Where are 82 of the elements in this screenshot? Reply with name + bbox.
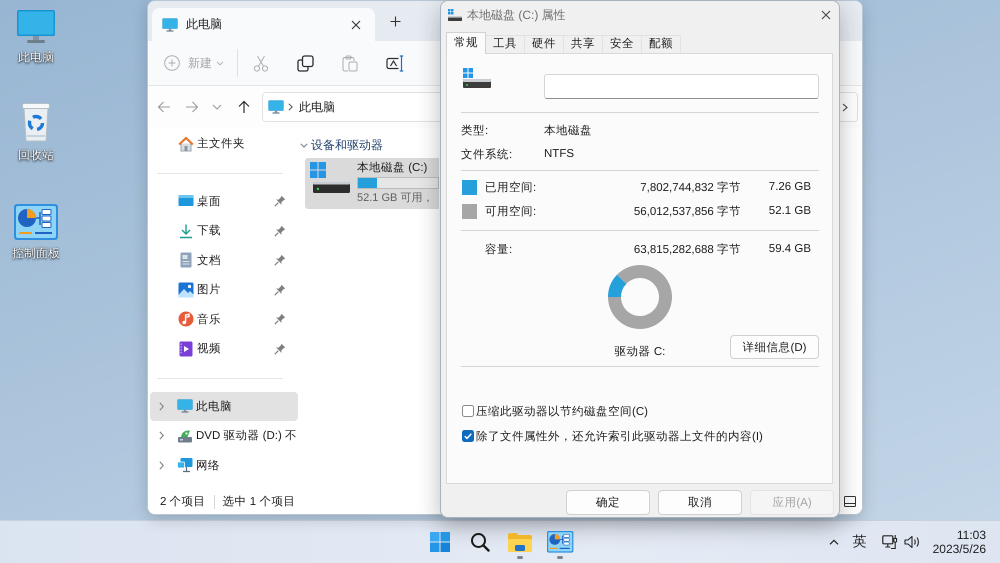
monitor-icon — [162, 18, 178, 32]
checkbox[interactable] — [462, 405, 474, 417]
space-label: 可用空间: — [485, 204, 536, 218]
control-panel-icon — [14, 204, 58, 240]
up-arrow-icon[interactable] — [237, 100, 251, 114]
recycle-bin-icon — [21, 102, 51, 142]
sidebar-item[interactable]: 视频 — [150, 334, 298, 364]
field-value: 本地磁盘 — [544, 124, 592, 138]
control-panel-icon[interactable] — [546, 531, 574, 553]
home-icon — [178, 136, 194, 152]
byte-count: 56,012,537,856 字节 — [634, 204, 741, 218]
sidebar-item[interactable]: 网络 — [150, 450, 298, 480]
sidebar-item[interactable]: 桌面 — [150, 186, 298, 216]
field-value: NTFS — [544, 148, 574, 160]
copy-icon[interactable] — [297, 54, 314, 72]
start-icon[interactable] — [430, 532, 450, 552]
byte-count: 63,815,282,688 字节 — [634, 242, 741, 256]
plus-icon[interactable] — [390, 16, 401, 27]
download-icon — [178, 222, 194, 239]
sidebar-item[interactable]: 下载 — [150, 216, 298, 246]
tab[interactable]: 此电脑 — [152, 8, 375, 41]
item-count: 2 个项目 — [160, 494, 206, 509]
monitor-icon — [268, 100, 284, 114]
size-value: 7.26 GB — [768, 181, 811, 193]
free-space-text: 52.1 GB 可用， — [357, 191, 434, 205]
picture-icon — [178, 282, 194, 298]
tab[interactable]: 常规 — [446, 32, 486, 54]
drive-name: 本地磁盘 (C:) — [357, 161, 428, 175]
chevron-icon[interactable] — [159, 431, 164, 440]
size-value: 59.4 GB — [768, 243, 811, 255]
chevron-down-icon — [216, 60, 224, 66]
monitor-icon — [177, 399, 193, 414]
drive-icon — [448, 9, 462, 21]
sidebar-item[interactable]: 此电脑 — [150, 392, 298, 421]
details-view-icon[interactable] — [844, 496, 856, 507]
monitor-icon — [16, 9, 56, 44]
selection-count: 选中 1 个项目 — [222, 494, 296, 509]
dialog-button[interactable]: 取消 — [658, 490, 742, 515]
size-value: 52.1 GB — [768, 205, 811, 217]
dialog-title: 本地磁盘 (C:) 属性 — [467, 6, 566, 24]
drive-tile[interactable]: 本地磁盘 (C:) 52.1 GB 可用， — [305, 158, 439, 209]
chevron-icon[interactable] — [842, 102, 848, 112]
sidebar-item[interactable]: 音乐 — [150, 304, 298, 334]
music-icon — [178, 311, 194, 328]
drive-icon — [463, 68, 491, 88]
drive-icon — [310, 162, 350, 194]
document-icon — [178, 252, 194, 268]
field-label: 文件系统: — [461, 147, 512, 162]
field-label: 类型: — [461, 124, 488, 138]
volume-label-field[interactable] — [544, 74, 819, 99]
disc-drive-icon — [177, 428, 193, 444]
option-label[interactable]: 压缩此驱动器以节约磁盘空间(C) — [476, 404, 648, 418]
network-icon[interactable] — [882, 534, 898, 550]
input-method-indicator[interactable]: 英 — [852, 533, 867, 551]
breadcrumb[interactable]: 此电脑 — [299, 98, 335, 116]
tab[interactable]: 配额 — [641, 35, 681, 53]
dialog-button[interactable]: 确定 — [566, 490, 650, 515]
clock[interactable]: 11:03 2023/5/26 — [932, 528, 986, 556]
sidebar-item[interactable]: 文档 — [150, 246, 298, 275]
folder-icon[interactable] — [507, 531, 533, 553]
volume-icon[interactable] — [904, 535, 921, 549]
byte-count: 7,802,744,832 字节 — [640, 180, 741, 194]
capacity-label: 容量: — [485, 242, 512, 256]
plus-circle-icon — [164, 55, 180, 71]
option-label[interactable]: 除了文件属性外，还允许索引此驱动器上文件的内容(I) — [476, 428, 763, 444]
sidebar-item[interactable]: 图片 — [150, 275, 298, 304]
space-label: 已用空间: — [485, 180, 536, 194]
group-header[interactable]: 设备和驱动器 — [299, 134, 383, 156]
search-icon[interactable] — [470, 532, 490, 552]
network-icon — [177, 457, 193, 474]
sidebar-item[interactable]: DVD 驱动器 (D:) 不 — [150, 421, 298, 450]
chevron-icon[interactable] — [159, 460, 164, 470]
drive-label: 驱动器 C: — [614, 345, 666, 359]
close-icon[interactable] — [351, 20, 361, 30]
chevron-up-icon[interactable] — [828, 539, 839, 545]
video-icon — [178, 340, 194, 357]
close-icon[interactable] — [821, 10, 831, 20]
sidebar-item[interactable]: 主文件夹 — [150, 129, 298, 158]
details-button[interactable]: 详细信息(D) — [730, 335, 819, 359]
chevron-icon — [288, 103, 293, 111]
rename-icon[interactable] — [386, 54, 404, 72]
checkbox[interactable] — [462, 430, 474, 442]
